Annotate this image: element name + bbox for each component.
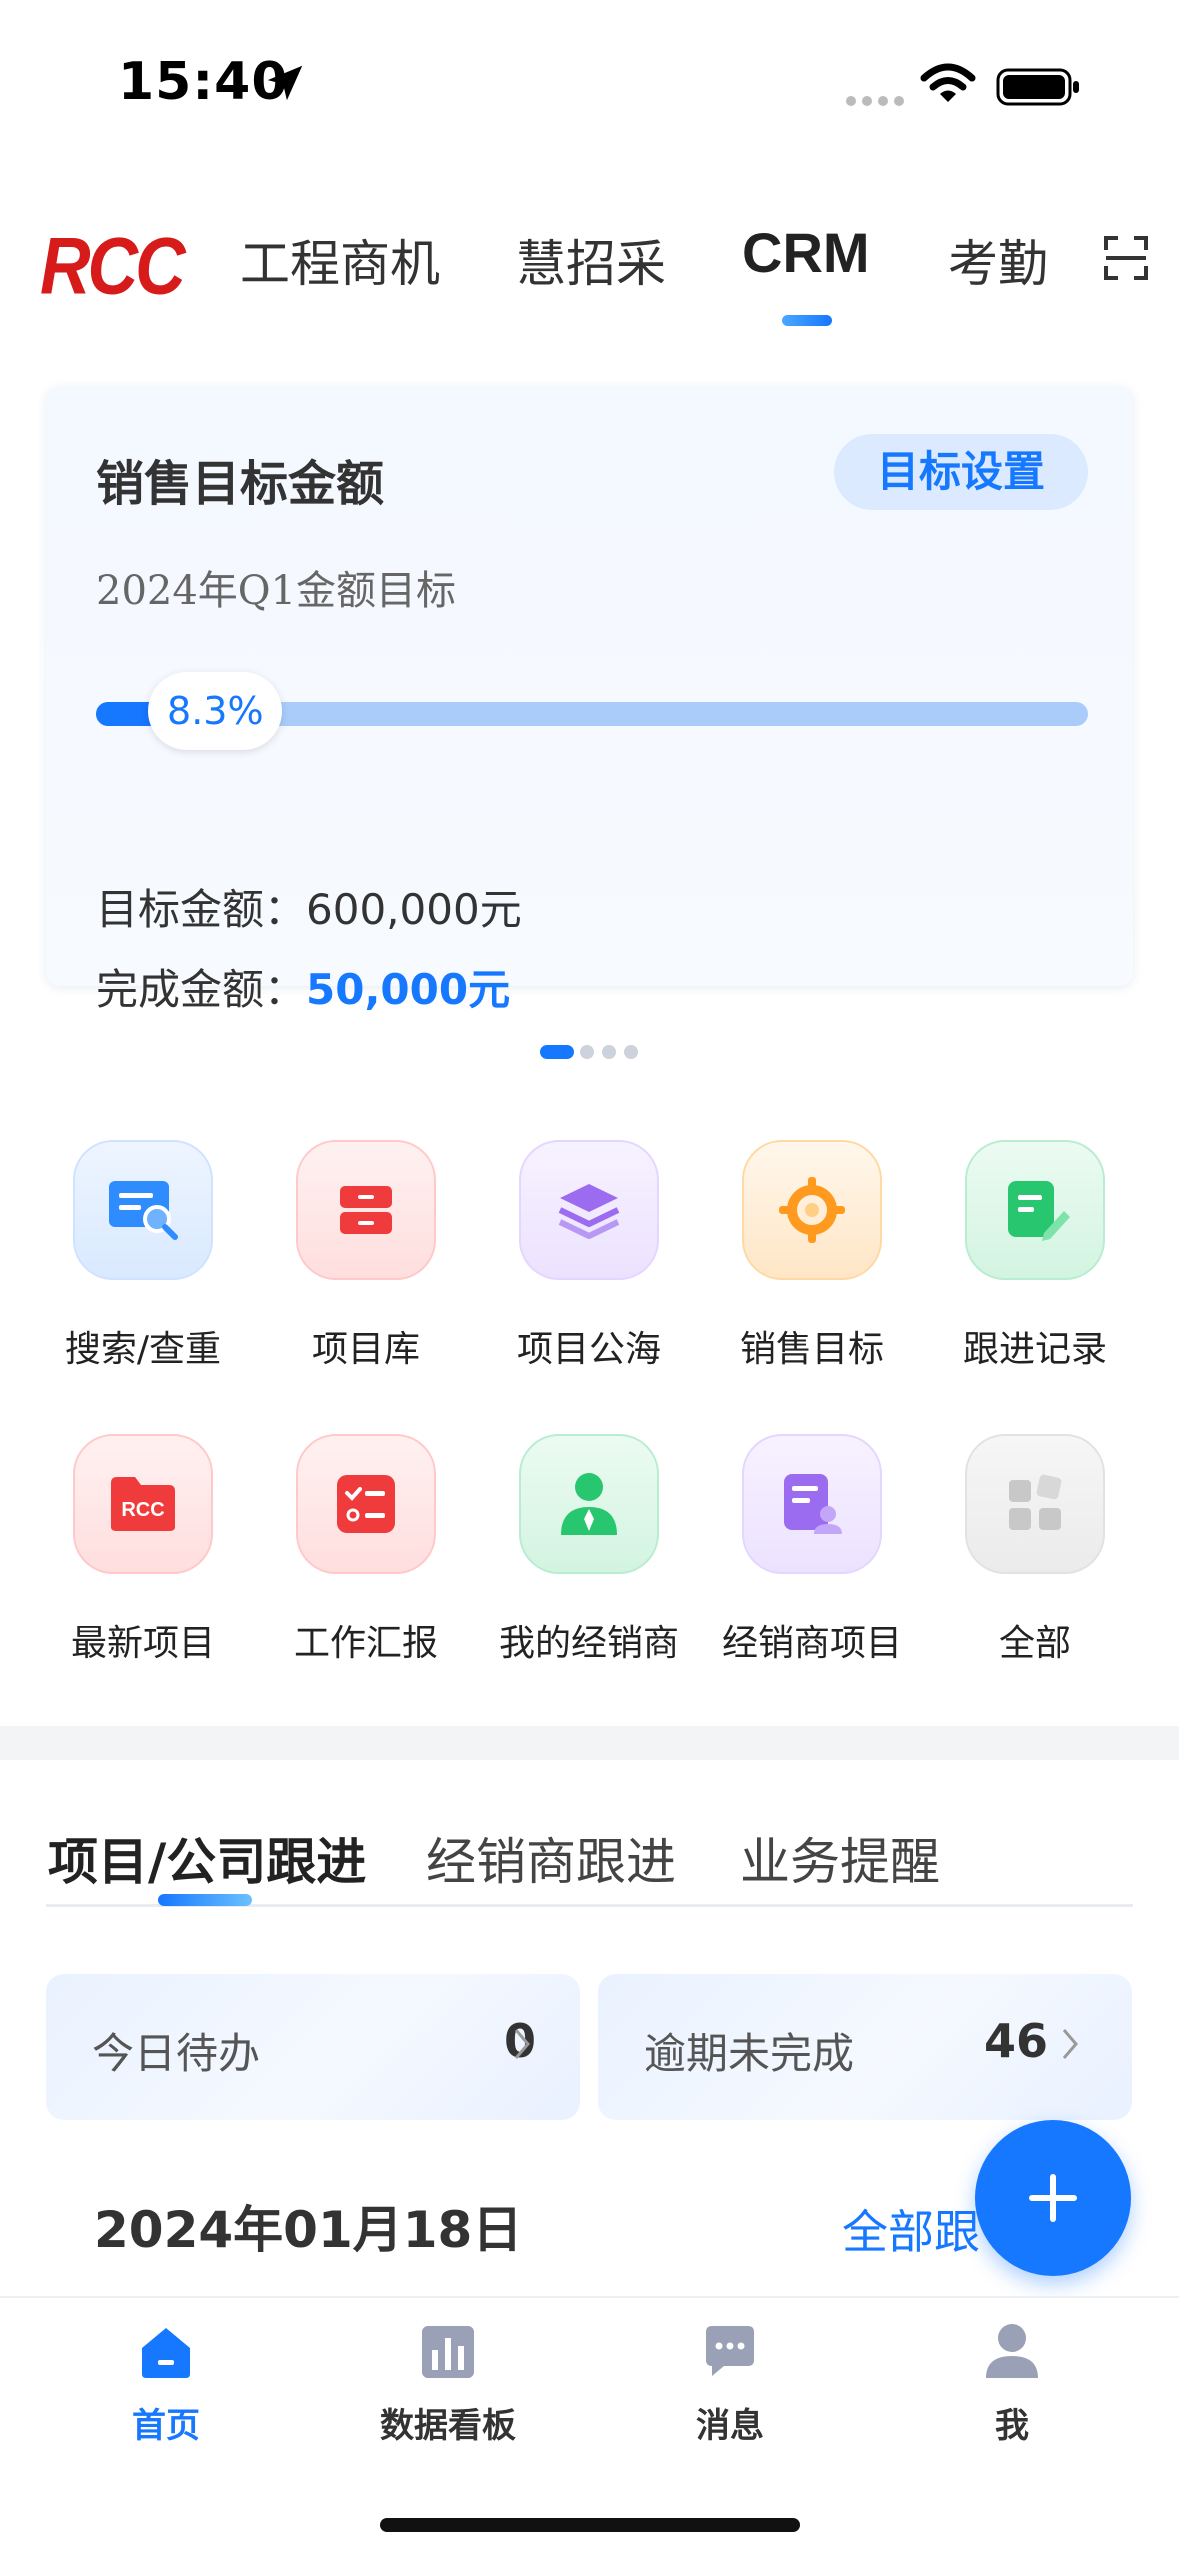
grid-item-project-pool[interactable]: 项目公海: [477, 1140, 701, 1380]
grid-item-project-library[interactable]: 项目库: [254, 1140, 478, 1380]
all-apps-icon: [965, 1434, 1105, 1574]
nav-messages[interactable]: 消息: [620, 2298, 840, 2498]
target-settings-button[interactable]: 目标设置: [834, 434, 1088, 510]
follow-tab-indicator: [158, 1894, 252, 1906]
carousel-pager: [540, 1045, 660, 1059]
status-bar: 15:40: [0, 0, 1179, 150]
grid-item-follow-records[interactable]: 跟进记录: [923, 1140, 1147, 1380]
svg-text:RCC: RCC: [121, 1499, 164, 1521]
rcc-folder-icon: RCC: [73, 1434, 213, 1574]
home-icon: [142, 2328, 190, 2378]
progress-badge: 8.3%: [148, 672, 283, 750]
overdue-label: 逾期未完成: [644, 2029, 855, 2078]
message-icon: [706, 2326, 754, 2376]
nav-home[interactable]: 首页: [56, 2298, 276, 2498]
tab-dealer-follow[interactable]: 经销商跟进: [426, 1822, 676, 1894]
nav-label: 消息: [696, 2406, 764, 2446]
pager-dot: [602, 1045, 616, 1059]
all-follow-link[interactable]: 全部跟: [842, 2196, 982, 2262]
today-todo-label: 今日待办: [92, 2029, 261, 2078]
target-amount-value: 600,000元: [306, 885, 522, 934]
nav-profile[interactable]: 我: [902, 2298, 1122, 2498]
chevron-right-icon: [1062, 2029, 1078, 2059]
grid-item-sales-target[interactable]: 销售目标: [700, 1140, 924, 1380]
feature-grid: 搜索/查重 项目库 项目公海 销售目标 跟进记录 RCC 最新项目 工作汇报 我…: [0, 1140, 1179, 1700]
overdue-value: 46: [983, 2014, 1048, 2068]
tab-attendance[interactable]: 考勤: [948, 224, 1048, 296]
sales-target-card: 销售目标金额 目标设置 2024年Q1金额目标 8.3% 目标金额：600,00…: [46, 386, 1133, 1014]
tab-business-reminder[interactable]: 业务提醒: [740, 1822, 940, 1894]
scan-icon[interactable]: [1104, 236, 1148, 280]
home-indicator: [380, 2518, 800, 2532]
done-amount-row: 完成金额：50,000元: [96, 956, 510, 1017]
nav-label: 数据看板: [380, 2406, 516, 2446]
done-amount-value: 50,000元: [306, 965, 511, 1014]
grid-label: 跟进记录: [962, 1329, 1107, 1370]
profile-icon: [986, 2324, 1038, 2378]
chevron-right-icon: [514, 2029, 530, 2059]
target-amount-row: 目标金额：600,000元: [96, 876, 522, 937]
pager-dot: [624, 1045, 638, 1059]
tab-crm[interactable]: CRM: [742, 220, 870, 285]
pager-dot-active: [540, 1045, 574, 1059]
grid-item-all[interactable]: 全部: [923, 1434, 1147, 1674]
overdue-card[interactable]: 逾期未完成 46: [598, 1974, 1132, 2120]
note-edit-icon: [965, 1140, 1105, 1280]
grid-item-search[interactable]: 搜索/查重: [31, 1140, 255, 1380]
plus-icon: [1029, 2174, 1077, 2222]
done-amount-label: 完成金额：: [96, 965, 307, 1014]
grid-item-latest-projects[interactable]: RCC 最新项目: [31, 1434, 255, 1674]
nav-data-board[interactable]: 数据看板: [338, 2298, 558, 2498]
card-title: 销售目标金额: [96, 456, 385, 512]
progress-track: 8.3%: [96, 672, 1088, 750]
grid-item-dealer-projects[interactable]: 经销商项目: [700, 1434, 924, 1674]
tab-procurement[interactable]: 慧招采: [516, 224, 666, 296]
dealer-doc-icon: [742, 1434, 882, 1574]
chart-board-icon: [422, 2326, 474, 2378]
grid-label: 全部: [998, 1623, 1071, 1664]
target-amount-label: 目标金额：: [96, 885, 307, 934]
dealer-person-icon: [519, 1434, 659, 1574]
layers-icon: [519, 1140, 659, 1280]
wifi-icon: [920, 63, 976, 102]
bottom-nav: 首页 数据看板 消息 我: [0, 2296, 1179, 2556]
nav-label: 我: [995, 2406, 1029, 2446]
add-fab-button[interactable]: [975, 2120, 1131, 2276]
card-subtitle: 2024年Q1金额目标: [96, 568, 457, 614]
checklist-icon: [296, 1434, 436, 1574]
nav-label: 首页: [132, 2406, 200, 2446]
grid-item-my-dealers[interactable]: 我的经销商: [477, 1434, 701, 1674]
grid-item-work-report[interactable]: 工作汇报: [254, 1434, 478, 1674]
today-todo-card[interactable]: 今日待办 0: [46, 1974, 580, 2120]
pager-dot: [580, 1045, 594, 1059]
cellular-signal-icon: [846, 96, 904, 106]
date-heading: 2024年01月18日: [94, 2201, 523, 2259]
search-doc-icon: [73, 1140, 213, 1280]
section-divider: [0, 1726, 1179, 1760]
tab-active-indicator: [782, 315, 832, 326]
battery-icon: [996, 68, 1079, 106]
rcc-logo: RCC: [40, 221, 186, 311]
tab-project-company-follow[interactable]: 项目/公司跟进: [48, 1822, 366, 1894]
location-arrow-icon: [267, 65, 303, 101]
cabinet-icon: [296, 1140, 436, 1280]
target-icon: [742, 1140, 882, 1280]
tab-engineering[interactable]: 工程商机: [240, 224, 440, 296]
